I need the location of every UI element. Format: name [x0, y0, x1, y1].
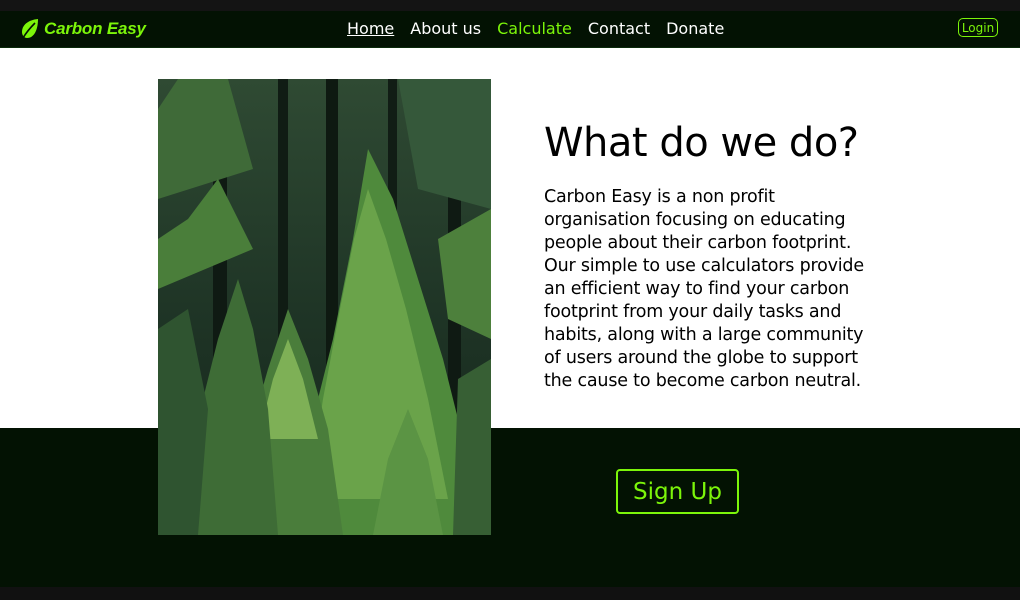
nav-link-calculate[interactable]: Calculate — [497, 19, 572, 38]
nav-link-contact[interactable]: Contact — [588, 19, 650, 38]
section-heading: What do we do? — [544, 120, 859, 166]
bottom-strip — [0, 587, 1020, 600]
about-content: What do we do? Carbon Easy is a non prof… — [544, 120, 874, 393]
login-button[interactable]: Login — [958, 18, 998, 37]
sign-up-button[interactable]: Sign Up — [616, 469, 739, 514]
nav-link-home[interactable]: Home — [347, 19, 394, 38]
navbar: Carbon Easy Home About us Calculate Cont… — [0, 11, 1020, 48]
top-strip — [0, 0, 1020, 11]
brand-logo[interactable]: Carbon Easy — [20, 17, 146, 41]
page: Carbon Easy Home About us Calculate Cont… — [0, 0, 1020, 600]
nav-link-donate[interactable]: Donate — [666, 19, 724, 38]
nav-link-about-us[interactable]: About us — [410, 19, 481, 38]
brand-name: Carbon Easy — [44, 19, 146, 38]
nav-links: Home About us Calculate Contact Donate — [347, 19, 724, 38]
section-description: Carbon Easy is a non profit organisation… — [544, 187, 864, 391]
leaf-icon — [22, 19, 38, 39]
signup-section — [0, 428, 1020, 587]
forest-image — [158, 79, 491, 535]
